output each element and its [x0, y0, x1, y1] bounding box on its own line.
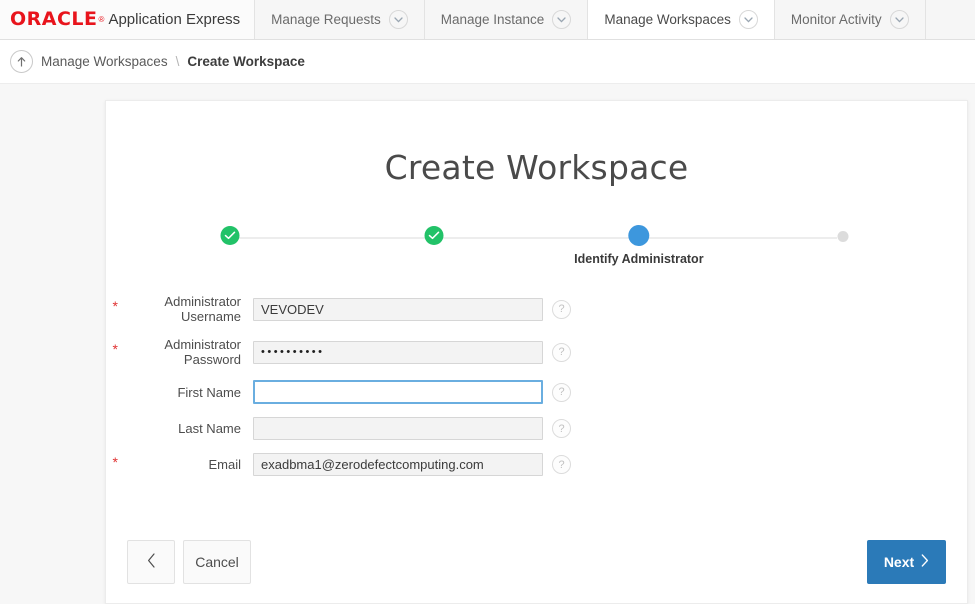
required-marker: * [112, 298, 118, 314]
breadcrumb-current: Create Workspace [187, 54, 305, 69]
last-name-help-wrap: ? [543, 419, 571, 438]
tab-monitor-activity-label: Monitor Activity [790, 12, 882, 27]
breadcrumb-separator: \ [175, 54, 180, 69]
step-3-label: Identify Administrator [574, 252, 704, 266]
administrator-username-label: Administrator Username [164, 294, 241, 324]
chevron-down-icon[interactable] [388, 10, 408, 29]
first-name-label: First Name [177, 384, 241, 400]
top-navigation-bar: ORACLE ® Application Express Manage Reque… [0, 0, 975, 40]
administrator-username-input[interactable] [253, 297, 543, 321]
breadcrumb: Manage Workspaces \ Create Workspace [0, 40, 975, 84]
administrator-password-input[interactable] [253, 340, 543, 364]
last-name-input-wrap [253, 417, 543, 440]
field-first-name: First Name ? [106, 380, 967, 404]
email-input-wrap [253, 453, 543, 476]
next-button-label: Next [883, 554, 915, 570]
brand-logo: ORACLE ® Application Express [0, 0, 256, 39]
step-4[interactable] [837, 226, 849, 248]
required-marker-empty [106, 426, 118, 432]
card-footer: Cancel Next [106, 540, 967, 584]
step-2-check-icon [424, 226, 444, 245]
step-4-pending-dot-icon [837, 231, 849, 242]
first-name-input-wrap [253, 380, 543, 404]
help-icon[interactable]: ? [552, 299, 571, 319]
tab-manage-requests[interactable]: Manage Requests [255, 0, 425, 39]
step-3-active-dot-icon [628, 225, 650, 246]
help-icon[interactable]: ? [552, 455, 571, 474]
next-button[interactable]: Next [867, 540, 946, 584]
step-2[interactable] [424, 226, 444, 251]
required-marker: * [112, 453, 118, 470]
registered-mark-icon: ® [98, 15, 105, 24]
step-1[interactable] [220, 226, 240, 251]
step-3-identify-administrator[interactable]: Identify Administrator [574, 225, 704, 266]
up-arrow-circle-icon[interactable] [10, 50, 33, 73]
page-body: Create Workspace Identify Administrator [0, 84, 975, 604]
email-input[interactable] [253, 453, 543, 476]
oracle-wordmark: ORACLE [10, 8, 98, 30]
chevron-down-icon[interactable] [889, 10, 909, 29]
tab-manage-instance[interactable]: Manage Instance [424, 0, 589, 39]
step-connector-line [236, 237, 837, 239]
cancel-button[interactable]: Cancel [183, 540, 251, 584]
breadcrumb-parent[interactable]: Manage Workspaces [41, 54, 168, 69]
administrator-password-input-wrap [253, 340, 543, 364]
chevron-down-icon[interactable] [552, 10, 572, 29]
help-icon[interactable]: ? [552, 382, 571, 402]
field-last-name: Last Name ? [106, 417, 967, 440]
nav-filler [924, 0, 975, 39]
chevron-left-icon [147, 553, 156, 571]
field-administrator-password: * Administrator Password ? [106, 337, 967, 367]
field-email: * Email ? [106, 453, 967, 476]
chevron-right-icon [921, 554, 929, 570]
create-workspace-card: Create Workspace Identify Administrator [105, 100, 968, 604]
email-help-wrap: ? [543, 455, 571, 474]
administrator-password-help-wrap: ? [543, 342, 571, 362]
administrator-username-input-wrap [253, 297, 543, 321]
step-1-check-icon [220, 226, 240, 245]
tab-manage-workspaces[interactable]: Manage Workspaces [587, 0, 775, 39]
required-marker-empty [106, 389, 118, 395]
last-name-label: Last Name [178, 421, 241, 436]
tab-manage-requests-label: Manage Requests [271, 12, 381, 27]
administrator-username-help-wrap: ? [543, 299, 571, 319]
required-marker: * [112, 341, 118, 357]
wizard-step-indicator: Identify Administrator [220, 225, 849, 272]
tab-manage-workspaces-label: Manage Workspaces [604, 12, 731, 27]
administrator-password-label: Administrator Password [164, 337, 241, 367]
first-name-input[interactable] [253, 380, 543, 404]
back-button[interactable] [127, 540, 175, 584]
identify-administrator-form: * Administrator Username ? * Administrat… [106, 294, 967, 476]
help-icon[interactable]: ? [552, 419, 571, 438]
first-name-help-wrap: ? [543, 382, 571, 402]
help-icon[interactable]: ? [552, 342, 571, 362]
chevron-down-icon[interactable] [738, 10, 758, 29]
page-title: Create Workspace [384, 148, 689, 187]
tab-manage-instance-label: Manage Instance [440, 12, 545, 27]
tab-monitor-activity[interactable]: Monitor Activity [774, 0, 926, 39]
product-name: Application Express [108, 11, 241, 28]
field-administrator-username: * Administrator Username ? [106, 294, 967, 324]
nav-tabs: Manage Requests Manage Instance Manage W… [255, 0, 975, 39]
last-name-input[interactable] [253, 417, 543, 440]
email-label: Email [208, 457, 241, 472]
